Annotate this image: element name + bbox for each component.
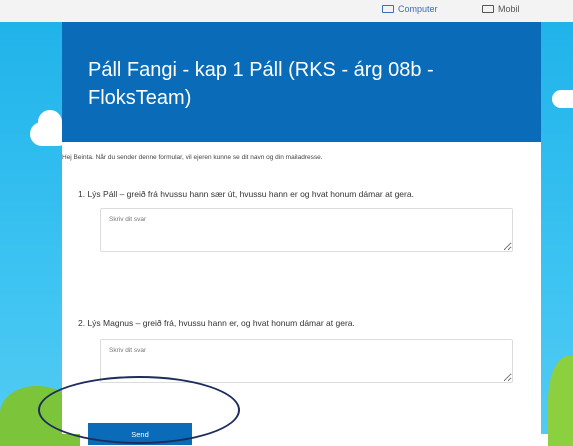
form-title: Páll Fangi - kap 1 Páll (RKS - árg 08b -… — [88, 59, 434, 109]
question-2-label: 2. Lýs Magnus – greið frá, hvussu hann e… — [78, 318, 355, 328]
question-1-answer-field[interactable] — [100, 208, 513, 252]
preview-toolbar: Computer Mobil — [0, 0, 573, 23]
form-header: Páll Fangi - kap 1 Páll (RKS - árg 08b -… — [62, 22, 541, 142]
mobile-view-label: Mobil — [498, 4, 520, 14]
mobile-view-toggle[interactable]: Mobil — [482, 3, 520, 15]
phone-icon — [482, 5, 494, 13]
form-intro-text: Hej Beinta. Når du sender denne formular… — [62, 154, 323, 161]
cloud-decoration-right — [552, 90, 573, 108]
question-2-answer-field[interactable] — [100, 339, 513, 383]
question-1-label: 1. Lýs Páll – greið frá hvussu hann sær … — [78, 189, 414, 199]
send-button[interactable]: Send — [88, 423, 192, 445]
computer-view-toggle[interactable]: Computer — [382, 3, 438, 15]
monitor-icon — [382, 5, 394, 13]
form-card: Páll Fangi - kap 1 Páll (RKS - árg 08b -… — [62, 22, 541, 445]
computer-view-label: Computer — [398, 4, 438, 14]
